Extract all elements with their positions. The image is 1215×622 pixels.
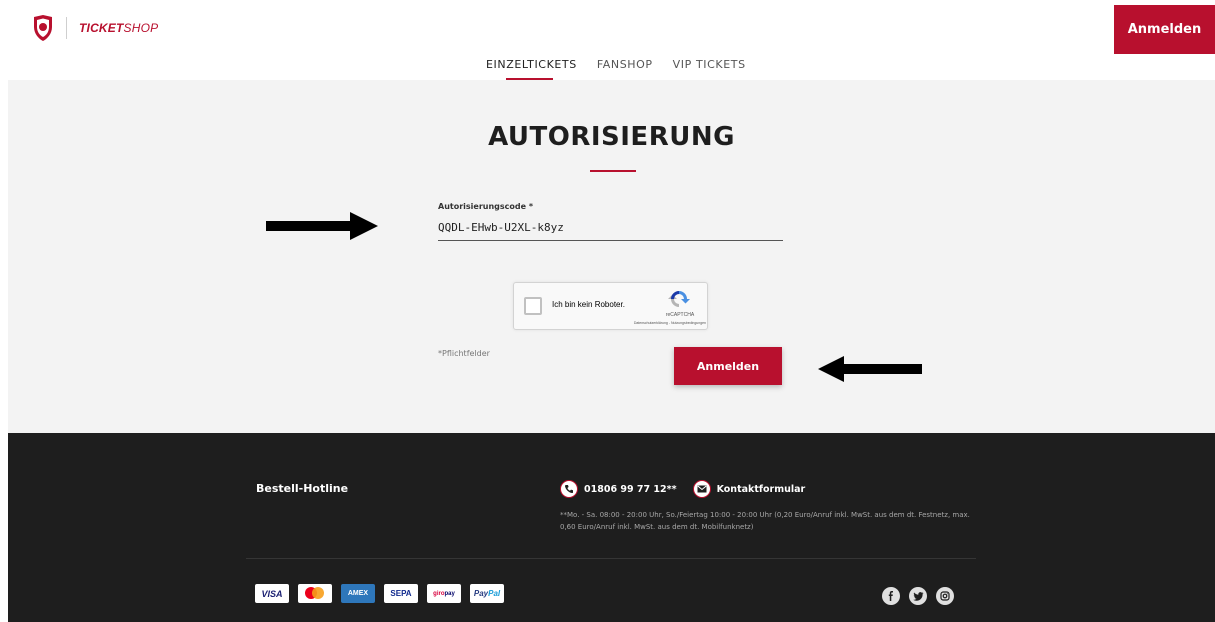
- auth-section: AUTORISIERUNG Autorisierungscode * Ich b…: [8, 80, 1215, 433]
- header: TICKETSHOP EINZELTICKETS FANSHOP VIP TIC…: [0, 0, 1215, 80]
- hotline-phone-link[interactable]: 01806 99 77 12**: [584, 484, 677, 495]
- header-login-button[interactable]: Anmelden: [1114, 5, 1215, 54]
- required-note: *Pflichtfelder: [438, 349, 490, 358]
- payment-methods: VISA AMEX SEPA giro pay Pay Pal: [255, 584, 504, 603]
- nav-fanshop[interactable]: FANSHOP: [597, 58, 653, 71]
- recaptcha-checkbox[interactable]: [524, 297, 542, 315]
- recaptcha-label: Ich bin kein Roboter.: [552, 300, 625, 309]
- recaptcha-logo-icon: [668, 291, 690, 307]
- paypal-icon: Pay Pal: [470, 584, 504, 603]
- auth-code-input[interactable]: [438, 219, 783, 241]
- phone-icon: [560, 480, 578, 498]
- recaptcha-brand: reCAPTCHA: [665, 312, 695, 318]
- auth-code-field: Autorisierungscode *: [438, 202, 783, 241]
- sepa-icon: SEPA: [384, 584, 418, 603]
- contact-form-link[interactable]: Kontaktformular: [717, 484, 806, 495]
- page-title: AUTORISIERUNG: [488, 122, 735, 152]
- social-links: [882, 587, 954, 605]
- contact-row: 01806 99 77 12** Kontaktformular: [560, 480, 821, 498]
- logo-text: TICKETSHOP: [79, 21, 159, 35]
- recaptcha-widget: Ich bin kein Roboter. reCAPTCHA Datensch…: [513, 282, 708, 330]
- logo[interactable]: TICKETSHOP: [32, 14, 158, 42]
- logo-divider: [66, 17, 67, 39]
- club-crest-icon: [34, 15, 52, 41]
- recaptcha-links[interactable]: Datenschutzerklärung - Nutzungsbedingung…: [588, 321, 706, 325]
- submit-login-button[interactable]: Anmelden: [674, 347, 782, 385]
- title-underline: [590, 170, 636, 172]
- footer-divider: [246, 558, 976, 559]
- amex-icon: AMEX: [341, 584, 375, 603]
- facebook-icon[interactable]: [882, 587, 900, 605]
- arrow-right-icon: [266, 212, 378, 240]
- hotline-title: Bestell-Hotline: [256, 482, 349, 495]
- visa-icon: VISA: [255, 584, 289, 603]
- giropay-icon: giro pay: [427, 584, 461, 603]
- auth-code-label: Autorisierungscode *: [438, 202, 534, 211]
- nav-vip-tickets[interactable]: VIP TICKETS: [673, 58, 746, 71]
- twitter-icon[interactable]: [909, 587, 927, 605]
- nav-einzeltickets[interactable]: EINZELTICKETS: [486, 58, 577, 80]
- hotline-hours-note: **Mo. - Sa. 08:00 - 20:00 Uhr, So./Feier…: [560, 511, 970, 531]
- footer: Bestell-Hotline 01806 99 77 12** Kontakt…: [8, 433, 1215, 622]
- mail-icon: [692, 480, 711, 498]
- main-nav: EINZELTICKETS FANSHOP VIP TICKETS: [486, 58, 746, 80]
- instagram-icon[interactable]: [936, 587, 954, 605]
- arrow-left-icon: [818, 356, 922, 382]
- mastercard-icon: [298, 584, 332, 603]
